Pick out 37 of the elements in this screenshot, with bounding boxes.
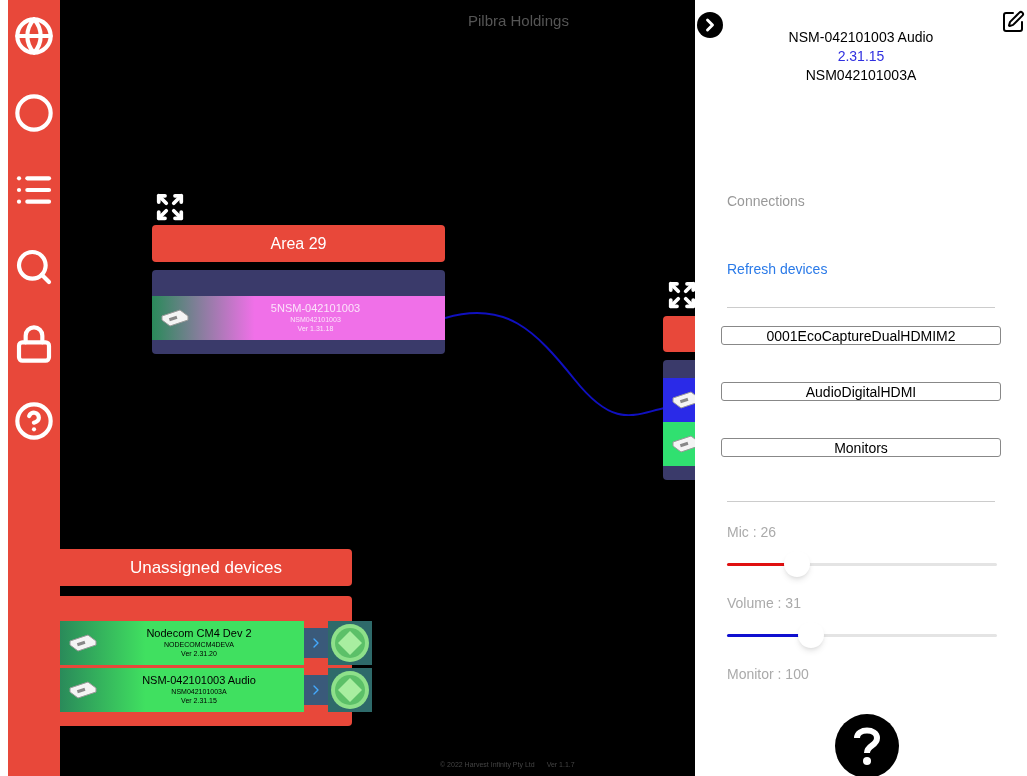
refresh-devices-link[interactable]: Refresh devices	[727, 259, 828, 280]
device-title: NSM-042101003 Audio	[788, 28, 934, 47]
device-icon	[68, 680, 98, 700]
connection-button[interactable]: 0001EcoCaptureDualHDMIM2	[721, 326, 1001, 345]
device-name: NSM-042101003 Audio	[142, 674, 256, 689]
connections-label: Connections	[727, 192, 806, 211]
device-name: Nodecom CM4 Dev 2	[146, 627, 252, 642]
edit-icon[interactable]	[1001, 10, 1025, 34]
slider-label: Volume : 31	[727, 594, 802, 613]
slider-label: Monitor : 100	[727, 665, 810, 684]
expand-icon[interactable]	[667, 280, 695, 310]
search-icon[interactable]	[14, 247, 54, 287]
device-name: 5NSM-042101003	[270, 302, 361, 317]
company-title: Pilbra Holdings	[468, 11, 569, 31]
slider-label: Mic : 26	[727, 523, 777, 542]
collapse-panel-button[interactable]	[697, 12, 723, 38]
area-header[interactable]: Area 29	[152, 225, 445, 262]
device-icon	[68, 633, 98, 653]
select-device-button[interactable]	[328, 621, 372, 665]
question-mark-icon	[853, 726, 881, 766]
connection-button[interactable]: Monitors	[721, 438, 1001, 457]
slider-track[interactable]	[727, 622, 997, 648]
slider-thumb[interactable]	[797, 622, 824, 648]
slider-thumb[interactable]	[784, 551, 811, 577]
slider-track[interactable]	[727, 551, 997, 577]
help-button[interactable]	[835, 714, 899, 776]
expand-icon[interactable]	[155, 192, 185, 222]
help-icon[interactable]	[14, 401, 54, 441]
connection-button[interactable]: AudioDigitalHDMI	[721, 382, 1001, 401]
lock-icon[interactable]	[14, 324, 54, 364]
unassigned-header[interactable]: Unassigned devices	[60, 549, 352, 586]
circle-icon[interactable]	[14, 93, 54, 133]
globe-icon[interactable]	[14, 16, 54, 56]
device-icon	[160, 308, 190, 328]
firmware-version: 2.31.15	[837, 47, 885, 66]
select-device-button[interactable]	[328, 668, 372, 712]
serial-number: NSM042101003A	[805, 66, 917, 85]
